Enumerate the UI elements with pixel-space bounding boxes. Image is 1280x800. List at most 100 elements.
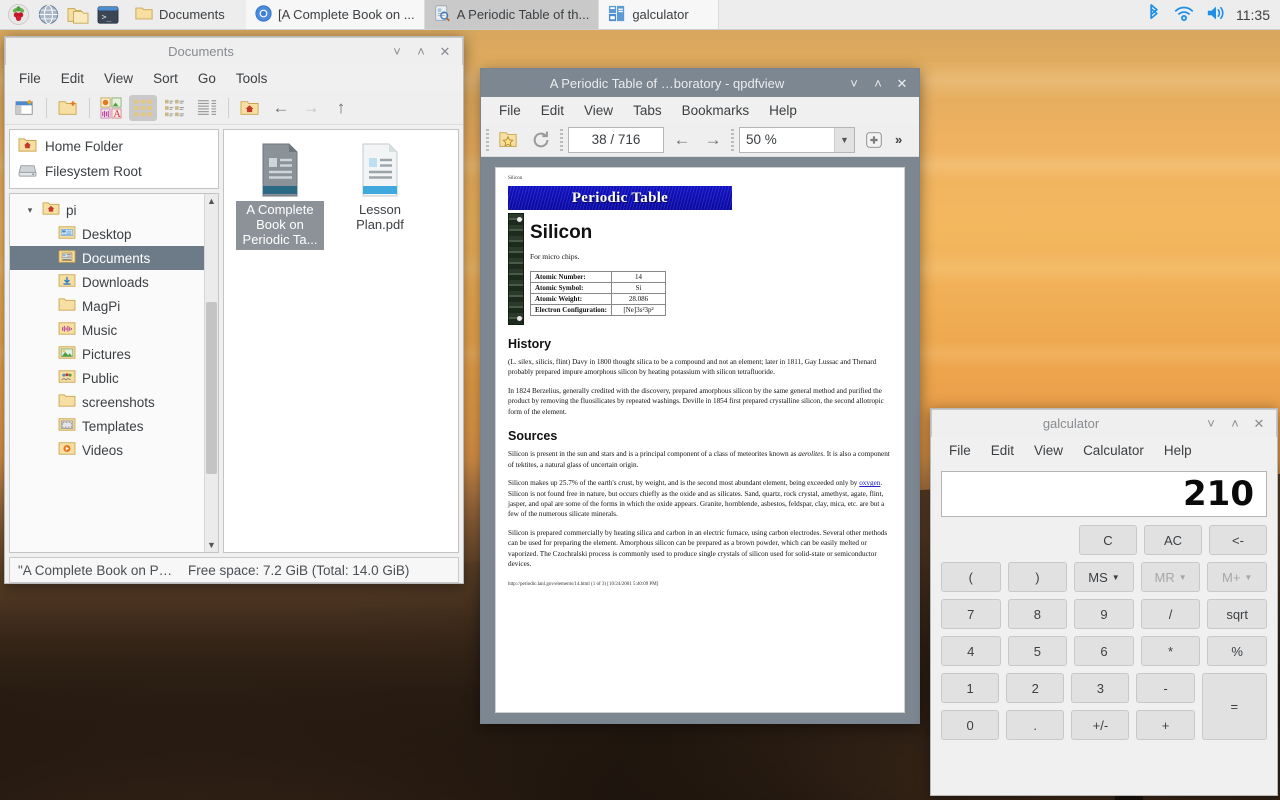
file-list-view[interactable]: A Complete Book on Periodic Ta... Lesson… (223, 129, 459, 553)
menu-tabs[interactable]: Tabs (623, 100, 672, 121)
pdf-viewer-titlebar[interactable]: A Periodic Table of …boratory - qpdfview… (481, 69, 919, 97)
tree-item-music[interactable]: Music (10, 318, 204, 342)
icon-view-button[interactable] (129, 94, 157, 121)
tree-item-magpi[interactable]: MagPi (10, 294, 204, 318)
clear-key[interactable]: C (1079, 525, 1137, 555)
taskbar-clock[interactable]: 11:35 (1236, 0, 1280, 29)
tree-item-public[interactable]: Public (10, 366, 204, 390)
wifi-icon[interactable] (1174, 5, 1194, 25)
next-page-button[interactable]: → (700, 127, 726, 153)
menu-file[interactable]: File (939, 440, 981, 461)
digit-5-key[interactable]: 5 (1007, 636, 1068, 666)
calculator-display[interactable]: 210 (941, 471, 1267, 517)
compact-view-button[interactable] (161, 95, 189, 121)
close-icon[interactable]: ✕ (1252, 417, 1266, 431)
place-home-folder[interactable]: Home Folder (10, 134, 218, 159)
back-button[interactable]: ← (268, 95, 294, 121)
refresh-icon[interactable] (527, 127, 555, 153)
zoom-combobox[interactable]: 50 % ▼ (739, 126, 855, 153)
toolbar-handle[interactable] (486, 128, 489, 151)
toolbar-overflow-button[interactable]: » (893, 132, 902, 147)
maximize-icon[interactable]: ˄ (1228, 417, 1242, 431)
all-clear-key[interactable]: AC (1144, 525, 1202, 555)
close-icon[interactable]: ✕ (895, 76, 909, 90)
close-paren-key[interactable]: ) (1007, 562, 1068, 592)
menu-view[interactable]: View (94, 68, 143, 89)
memory-add-key[interactable]: M+ ▼ (1207, 562, 1267, 592)
digit-1-key[interactable]: 1 (941, 673, 1000, 703)
close-icon[interactable]: ✕ (438, 45, 452, 59)
menu-edit[interactable]: Edit (981, 440, 1024, 461)
place-filesystem-root[interactable]: Filesystem Root (10, 159, 218, 184)
calculator-titlebar[interactable]: galculator ˅ ˄ ✕ (931, 409, 1277, 437)
web-browser-icon[interactable] (36, 3, 60, 27)
toolbar-handle[interactable] (560, 128, 563, 151)
new-tab-button[interactable] (11, 95, 39, 121)
up-button[interactable]: ↑ (328, 95, 354, 121)
tree-item-downloads[interactable]: Downloads (10, 270, 204, 294)
tree-item-pictures[interactable]: Pictures (10, 342, 204, 366)
decimal-point-key[interactable]: . (1006, 710, 1065, 740)
digit-9-key[interactable]: 9 (1074, 599, 1134, 629)
tree-item-documents[interactable]: Documents (10, 246, 204, 270)
digit-2-key[interactable]: 2 (1006, 673, 1065, 703)
taskbar-item-galculator[interactable]: galculator (599, 0, 720, 29)
toolbar-handle[interactable] (731, 128, 734, 151)
chevron-down-icon[interactable]: ▼ (1244, 573, 1252, 582)
sqrt-key[interactable]: sqrt (1207, 599, 1267, 629)
chevron-down-icon[interactable]: ▼ (1179, 573, 1187, 582)
menu-edit[interactable]: Edit (531, 100, 574, 121)
menu-view[interactable]: View (1024, 440, 1073, 461)
menu-file[interactable]: File (9, 68, 51, 89)
new-folder-button[interactable] (54, 95, 82, 121)
minimize-icon[interactable]: ˅ (847, 76, 861, 90)
detailed-list-view-button[interactable] (193, 95, 221, 121)
menu-view[interactable]: View (574, 100, 623, 121)
minimize-icon[interactable]: ˅ (1204, 417, 1218, 431)
add-key[interactable]: + (1136, 710, 1195, 740)
chevron-down-icon[interactable]: ▼ (834, 127, 854, 152)
multiply-key[interactable]: * (1140, 636, 1201, 666)
taskbar-item-chromium[interactable]: [A Complete Book on ... (246, 0, 425, 29)
open-paren-key[interactable]: ( (941, 562, 1001, 592)
maximize-icon[interactable]: ˄ (871, 76, 885, 90)
tree-item-videos[interactable]: Videos (10, 438, 204, 462)
menu-edit[interactable]: Edit (51, 68, 94, 89)
tree-item-pi[interactable]: ▾ pi (10, 198, 204, 222)
taskbar-item-qpdfview[interactable]: A Periodic Table of th... (424, 0, 600, 29)
menu-file[interactable]: File (489, 100, 531, 121)
taskbar-item-documents[interactable]: Documents (126, 0, 246, 29)
sign-toggle-key[interactable]: +/- (1071, 710, 1130, 740)
digit-7-key[interactable]: 7 (941, 599, 1001, 629)
home-button[interactable] (236, 95, 264, 121)
menu-help[interactable]: Help (759, 100, 807, 121)
page-number-input[interactable]: 38 / 716 (568, 126, 664, 153)
menu-help[interactable]: Help (1154, 440, 1202, 461)
fit-to-page-button[interactable] (860, 127, 888, 153)
pdf-page-viewport[interactable]: Silicon Periodic Table Silicon For micro… (481, 157, 919, 723)
bluetooth-icon[interactable] (1146, 3, 1162, 26)
file-item-complete-book[interactable]: A Complete Book on Periodic Ta... (232, 138, 328, 254)
terminal-icon[interactable]: >_ (96, 3, 120, 27)
memory-recall-key[interactable]: MR ▼ (1140, 562, 1201, 592)
volume-icon[interactable] (1206, 4, 1226, 25)
raspberry-menu-icon[interactable] (6, 3, 30, 27)
menu-tools[interactable]: Tools (226, 68, 278, 89)
tree-item-desktop[interactable]: Desktop (10, 222, 204, 246)
menu-calculator[interactable]: Calculator (1073, 440, 1154, 461)
file-manager-titlebar[interactable]: Documents ˅ ˄ ✕ (5, 37, 463, 65)
digit-6-key[interactable]: 6 (1074, 636, 1134, 666)
equals-key[interactable]: = (1201, 673, 1267, 740)
subtract-key[interactable]: - (1136, 673, 1195, 703)
chevron-down-icon[interactable]: ▼ (1112, 573, 1120, 582)
chevron-down-icon[interactable]: ▾ (24, 205, 36, 216)
tree-scrollbar-thumb[interactable] (206, 302, 217, 474)
scroll-up-icon[interactable]: ▲ (207, 194, 216, 208)
divide-key[interactable]: / (1140, 599, 1201, 629)
bookmark-icon[interactable] (494, 127, 522, 153)
menu-bookmarks[interactable]: Bookmarks (672, 100, 760, 121)
digit-8-key[interactable]: 8 (1007, 599, 1068, 629)
backspace-key[interactable]: <- (1209, 525, 1267, 555)
file-item-lesson-plan[interactable]: Lesson Plan.pdf (332, 138, 428, 254)
minimize-icon[interactable]: ˅ (390, 45, 404, 59)
